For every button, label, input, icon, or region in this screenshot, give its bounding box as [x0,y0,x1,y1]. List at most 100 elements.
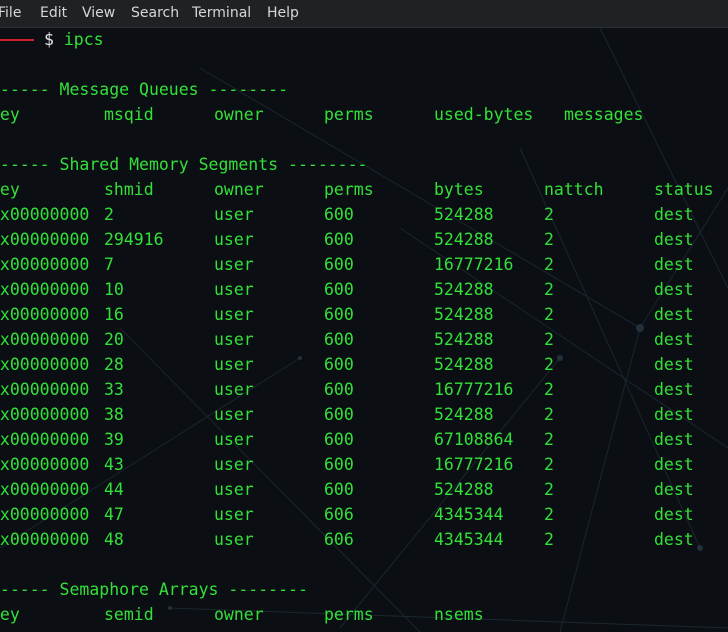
menu-terminal[interactable]: Terminal [192,5,251,21]
column-header: messages [564,105,644,124]
table-cell: 524288 [434,330,494,349]
column-header: perms [324,105,374,124]
table-cell: 600 [324,305,354,324]
table-cell: 47 [104,505,124,524]
menu-search[interactable]: Search [131,5,179,21]
table-cell: 524288 [434,280,494,299]
menu-edit[interactable]: Edit [40,5,67,21]
column-header: key [0,105,20,124]
section-title-message-queues: ------ Message Queues -------- [0,80,289,99]
table-cell: 0x00000000 [0,405,90,424]
column-header: nsems [434,605,484,624]
table-cell: 0x00000000 [0,430,90,449]
table-cell: 600 [324,205,354,224]
table-cell: 20 [104,330,124,349]
column-header: perms [324,605,374,624]
table-cell: 0x00000000 [0,330,90,349]
table-cell: dest [654,505,694,524]
table-cell: user [214,455,254,474]
menu-help[interactable]: Help [267,5,299,21]
table-cell: user [214,480,254,499]
table-cell: dest [654,255,694,274]
column-header: key [0,180,20,199]
table-cell: 2 [544,355,554,374]
table-cell: 0x00000000 [0,480,90,499]
table-cell: 0x00000000 [0,530,90,549]
column-header: nattch [544,180,604,199]
table-cell: 48 [104,530,124,549]
table-cell: 2 [544,330,554,349]
table-cell: dest [654,455,694,474]
column-header: key [0,605,20,624]
table-cell: 16777216 [434,255,514,274]
table-cell: dest [654,205,694,224]
table-cell: 28 [104,355,124,374]
table-cell: 600 [324,355,354,374]
table-cell: 600 [324,455,354,474]
column-header: owner [214,605,264,624]
table-cell: user [214,530,254,549]
table-cell: 600 [324,380,354,399]
column-header: owner [214,180,264,199]
column-header: msqid [104,105,154,124]
table-cell: user [214,305,254,324]
table-cell: 524288 [434,305,494,324]
table-cell: user [214,505,254,524]
table-cell: 7 [104,255,114,274]
table-cell: 44 [104,480,124,499]
prompt-decoration [0,39,34,41]
table-cell: user [214,355,254,374]
table-cell: dest [654,280,694,299]
table-cell: 39 [104,430,124,449]
table-cell: 2 [544,305,554,324]
table-cell: 0x00000000 [0,355,90,374]
table-cell: 0x00000000 [0,380,90,399]
column-header: semid [104,605,154,624]
section-title-semaphore-arrays: ------ Semaphore Arrays -------- [0,580,308,599]
table-cell: 2 [544,230,554,249]
table-cell: 600 [324,230,354,249]
table-cell: 2 [544,480,554,499]
table-cell: 33 [104,380,124,399]
table-cell: 4345344 [434,530,504,549]
table-cell: 10 [104,280,124,299]
table-cell: dest [654,480,694,499]
table-cell: 0x00000000 [0,455,90,474]
table-cell: dest [654,380,694,399]
table-cell: 0x00000000 [0,230,90,249]
column-header: owner [214,105,264,124]
table-cell: 2 [544,530,554,549]
table-cell: dest [654,530,694,549]
table-cell: 2 [544,380,554,399]
table-cell: dest [654,330,694,349]
table-cell: dest [654,230,694,249]
table-cell: 2 [104,205,114,224]
table-cell: 600 [324,255,354,274]
table-cell: 0x00000000 [0,305,90,324]
table-cell: 600 [324,430,354,449]
table-cell: 294916 [104,230,164,249]
table-cell: 606 [324,505,354,524]
menu-file[interactable]: File [0,5,21,21]
table-cell: 606 [324,530,354,549]
table-cell: 0x00000000 [0,280,90,299]
prompt-symbol: $ [44,30,54,49]
table-cell: 600 [324,280,354,299]
table-cell: 67108864 [434,430,514,449]
table-cell: user [214,405,254,424]
menu-bar: File Edit View Search Terminal Help [0,0,728,28]
table-cell: 2 [544,405,554,424]
table-cell: dest [654,430,694,449]
table-cell: 0x00000000 [0,505,90,524]
table-cell: 0x00000000 [0,205,90,224]
command-text: ipcs [63,30,104,49]
table-cell: user [214,230,254,249]
table-cell: 2 [544,430,554,449]
table-cell: 43 [104,455,124,474]
table-cell: 0x00000000 [0,255,90,274]
menu-view[interactable]: View [82,5,115,21]
table-cell: 524288 [434,230,494,249]
table-cell: user [214,430,254,449]
table-cell: 2 [544,455,554,474]
terminal-output[interactable]: $ ipcs ------ Message Queues -------- key… [0,28,728,632]
